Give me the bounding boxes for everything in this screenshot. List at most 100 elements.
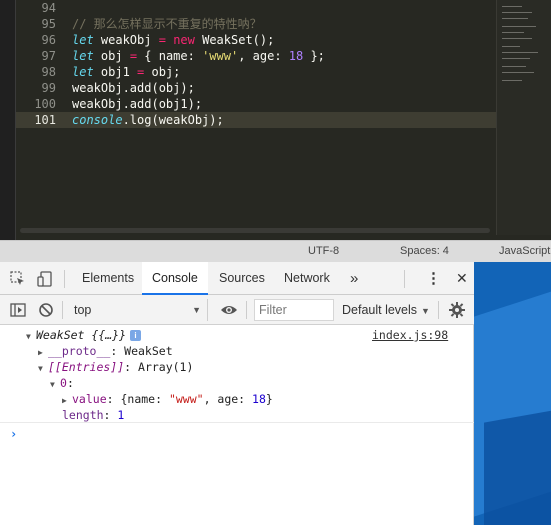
context-selector-value: top: [74, 303, 92, 317]
editor-left-rail: [0, 0, 16, 240]
value-mid: , age:: [203, 392, 253, 406]
entries-key: [[Entries]]: [48, 360, 125, 374]
encoding-indicator[interactable]: UTF-8: [308, 245, 339, 257]
code-editor[interactable]: 94 95 96 97 98 99 100 101 // 那么怎样显示不重复的特…: [0, 0, 551, 240]
code-line-101: console.log(weakObj);: [72, 112, 224, 128]
tab-network[interactable]: Network: [274, 262, 340, 295]
devtools-tab-bar: Elements Console Sources Network » ⋮ ✕: [0, 262, 474, 295]
length-key: length: [62, 408, 104, 422]
close-devtools-button[interactable]: ✕: [446, 262, 478, 295]
toolbar-divider: [404, 270, 405, 288]
inspect-element-icon[interactable]: [9, 270, 27, 288]
value-key: value: [72, 392, 107, 406]
entry-index-row[interactable]: ▼ 0:: [50, 375, 74, 391]
desktop-background: [474, 262, 551, 525]
code-comment: // 那么怎样显示不重复的特性呐？: [72, 17, 262, 31]
dropdown-caret-icon: ▼: [421, 306, 430, 316]
weakset-label: WeakSet {{…}}: [36, 328, 127, 342]
code-line-96: let weakObj = new WeakSet();: [72, 32, 274, 48]
proto-value: : WeakSet: [110, 344, 173, 358]
toolbar-divider: [246, 301, 247, 319]
info-icon[interactable]: i: [130, 330, 142, 341]
expand-triangle-icon[interactable]: ▼: [38, 361, 48, 377]
entries-row[interactable]: ▼ [[Entries]]: Array(1): [38, 359, 193, 375]
line-number: 94: [41, 1, 56, 15]
line-number: 100: [34, 97, 56, 111]
line-number-active: 101: [34, 113, 56, 127]
length-value: 1: [117, 408, 125, 422]
code-text: obj1: [93, 65, 138, 79]
line-number: 96: [41, 33, 56, 47]
filter-input[interactable]: [254, 299, 334, 321]
console-output[interactable]: ▼ WeakSet {{…}} i index.js:98 ▶ __proto__: …: [0, 325, 474, 525]
tab-sources[interactable]: Sources: [209, 262, 275, 295]
code-number: 18: [288, 49, 304, 63]
device-toolbar-icon[interactable]: [36, 270, 54, 288]
toolbar-divider: [438, 301, 439, 319]
code-area[interactable]: // 那么怎样显示不重复的特性呐？ let weakObj = new Weak…: [72, 0, 492, 240]
horizontal-scrollbar[interactable]: [20, 228, 490, 233]
value-age-number: 18: [252, 392, 266, 406]
code-keyword: let: [72, 49, 94, 63]
entry-value-row[interactable]: ▶ value: {name: "www", age: 18}: [62, 391, 273, 407]
line-number: 95: [41, 17, 56, 31]
entries-value: : Array(1): [124, 360, 194, 374]
code-text: weakObj.add(obj);: [72, 81, 195, 95]
tab-console[interactable]: Console: [142, 262, 208, 295]
code-line-100: weakObj.add(obj1);: [72, 96, 202, 112]
language-indicator[interactable]: JavaScript: [499, 245, 550, 257]
weakset-root-row[interactable]: ▼ WeakSet {{…}} i: [26, 327, 142, 345]
code-text: obj;: [144, 65, 181, 79]
toolbar-divider: [62, 301, 63, 319]
context-selector[interactable]: top ▼: [66, 299, 208, 321]
code-text: , age:: [238, 49, 289, 63]
code-operator: =: [158, 33, 166, 47]
console-log-entry: ▼ WeakSet {{…}} i index.js:98 ▶ __proto__: …: [0, 325, 474, 423]
console-prompt-icon[interactable]: ›: [10, 427, 17, 441]
expand-triangle-icon[interactable]: ▼: [26, 329, 36, 345]
gear-icon[interactable]: [448, 301, 466, 319]
code-keyword-new: new: [173, 33, 195, 47]
entry-index-key: 0: [60, 376, 67, 390]
more-tabs-button[interactable]: »: [340, 262, 368, 295]
code-operator: =: [129, 49, 138, 63]
log-levels-label: Default levels: [342, 303, 418, 317]
console-toolbar: top ▼ Default levels▼: [0, 295, 474, 325]
expand-triangle-icon[interactable]: ▼: [50, 377, 60, 393]
editor-status-bar: UTF-8 Spaces: 4 JavaScript: [0, 240, 551, 262]
code-line-95: // 那么怎样显示不重复的特性呐？: [72, 16, 262, 32]
source-link[interactable]: index.js:98: [372, 327, 448, 343]
proto-row[interactable]: ▶ __proto__: WeakSet: [38, 343, 173, 359]
code-string: 'www': [202, 49, 239, 63]
indentation-indicator[interactable]: Spaces: 4: [400, 245, 449, 257]
entry-index-colon: :: [66, 376, 74, 390]
code-line-99: weakObj.add(obj);: [72, 80, 195, 96]
log-levels-dropdown[interactable]: Default levels ▼: [342, 299, 430, 321]
length-row: length: 1: [62, 407, 124, 423]
clear-console-icon[interactable]: [37, 301, 55, 319]
line-number: 99: [41, 81, 56, 95]
value-suffix: }: [265, 392, 273, 406]
code-text: weakObj: [93, 33, 159, 47]
line-number-gutter: 94 95 96 97 98 99 100 101: [16, 0, 62, 240]
length-colon: :: [103, 408, 118, 422]
value-prefix: : {name:: [106, 392, 169, 406]
code-text: };: [303, 49, 325, 63]
dropdown-caret-icon: ▼: [192, 305, 201, 315]
code-line-98: let obj1 = obj;: [72, 64, 180, 80]
tab-elements[interactable]: Elements: [72, 262, 144, 295]
line-number: 97: [41, 49, 56, 63]
toolbar-divider: [64, 270, 65, 288]
code-text: { name:: [137, 49, 203, 63]
devtools-panel: Elements Console Sources Network » ⋮ ✕ t…: [0, 262, 474, 525]
code-line-97: let obj = { name: 'www', age: 18 };: [72, 48, 325, 64]
minimap[interactable]: [496, 0, 551, 235]
code-text: obj: [93, 49, 130, 63]
code-keyword: let: [72, 65, 94, 79]
code-keyword: let: [72, 33, 94, 47]
value-name-string: "www": [168, 392, 204, 406]
line-number: 98: [41, 65, 56, 79]
eye-icon[interactable]: [220, 301, 238, 319]
sidebar-toggle-icon[interactable]: [9, 301, 27, 319]
code-text: weakObj.add(obj1);: [72, 97, 203, 111]
